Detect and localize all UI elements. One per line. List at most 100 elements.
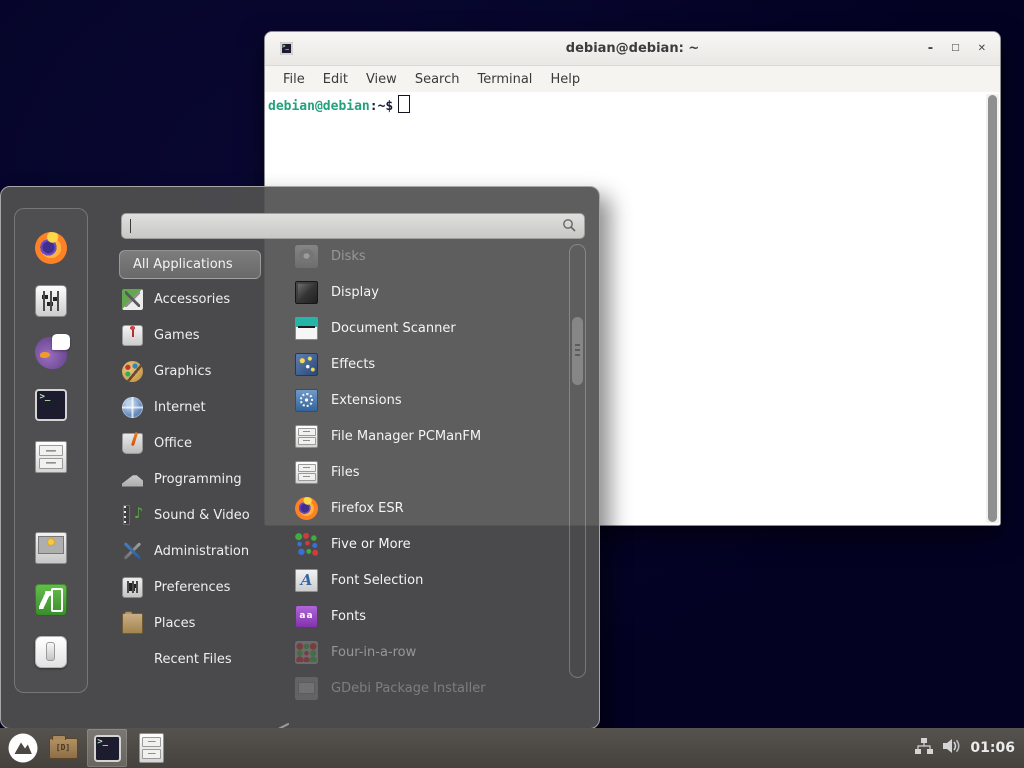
shutdown-button[interactable]: [35, 636, 67, 668]
category-games[interactable]: Games: [119, 317, 279, 353]
app-gdebi-package-installer[interactable]: GDebi Package Installer: [284, 670, 568, 706]
category-programming[interactable]: Programming: [119, 461, 279, 497]
application-menu: All Applications Accessories Games Graph…: [0, 186, 600, 729]
menu-terminal[interactable]: Terminal: [468, 72, 541, 87]
app-label: Fonts: [331, 609, 366, 624]
network-tray-icon[interactable]: [915, 738, 933, 759]
prompt-user-host: debian@debian: [268, 99, 370, 114]
category-recent-files[interactable]: Recent Files: [119, 641, 279, 677]
search-input[interactable]: [121, 213, 585, 239]
app-label: Font Selection: [331, 573, 423, 588]
app-label: Effects: [331, 357, 375, 372]
app-extensions[interactable]: Extensions: [284, 382, 568, 418]
category-administration[interactable]: Administration: [119, 533, 279, 569]
category-label: Graphics: [154, 364, 211, 379]
app-font-selection[interactable]: Font Selection: [284, 562, 568, 598]
favorite-settings-button[interactable]: [35, 285, 67, 317]
category-office[interactable]: Office: [119, 425, 279, 461]
menu-search[interactable]: Search: [406, 72, 469, 87]
logout-icon: [35, 584, 67, 616]
app-five-or-more[interactable]: Five or More: [284, 526, 568, 562]
four-in-a-row-icon: [295, 641, 318, 664]
app-file-manager-pcmanfm[interactable]: File Manager PCManFM: [284, 418, 568, 454]
application-list: Disks Display Document Scanner Effects E…: [284, 238, 568, 706]
menu-help[interactable]: Help: [541, 72, 589, 87]
favorite-messenger-button[interactable]: [35, 337, 67, 369]
taskbar-window-terminal[interactable]: [87, 729, 127, 767]
maximize-button[interactable]: □: [951, 44, 960, 53]
app-effects[interactable]: Effects: [284, 346, 568, 382]
file-manager-icon: [35, 441, 67, 473]
app-four-in-a-row[interactable]: Four-in-a-row: [284, 634, 568, 670]
category-preferences[interactable]: Preferences: [119, 569, 279, 605]
app-disks[interactable]: Disks: [284, 238, 568, 274]
settings-icon: [35, 285, 67, 317]
app-list-scrollbar-thumb[interactable]: [572, 317, 583, 385]
app-label: Extensions: [331, 393, 402, 408]
internet-icon: [122, 397, 143, 418]
games-icon: [122, 325, 143, 346]
category-all-applications[interactable]: All Applications: [119, 250, 261, 279]
app-firefox-esr[interactable]: Firefox ESR: [284, 490, 568, 526]
file-cabinet-icon: [295, 461, 318, 484]
close-button[interactable]: ✕: [978, 44, 986, 54]
menu-view[interactable]: View: [357, 72, 406, 87]
text-caret: [130, 219, 131, 233]
category-label: Administration: [154, 544, 249, 559]
sound-video-icon: [122, 505, 143, 526]
app-label: Files: [331, 465, 360, 480]
terminal-icon: [94, 735, 121, 762]
menu-file[interactable]: File: [274, 72, 314, 87]
category-list: All Applications Accessories Games Graph…: [119, 250, 279, 677]
category-label: Sound & Video: [154, 508, 250, 523]
terminal-cursor: [398, 95, 410, 113]
prompt-path: :~$: [370, 99, 393, 114]
terminal-scrollbar-thumb[interactable]: [988, 95, 997, 522]
start-menu-icon: [7, 732, 39, 764]
category-label: Preferences: [154, 580, 230, 595]
app-label: GDebi Package Installer: [331, 681, 486, 696]
app-label: Disks: [331, 249, 366, 264]
app-label: Firefox ESR: [331, 501, 404, 516]
folder-icon: [49, 738, 78, 759]
menu-edit[interactable]: Edit: [314, 72, 357, 87]
display-icon: [295, 281, 318, 304]
category-label: Accessories: [154, 292, 230, 307]
terminal-titlebar[interactable]: debian@debian: ~ - □ ✕: [265, 32, 1000, 66]
favorite-file-manager-button[interactable]: [35, 441, 67, 473]
app-fonts[interactable]: Fonts: [284, 598, 568, 634]
category-label: Office: [154, 436, 192, 451]
extensions-icon: [295, 389, 318, 412]
app-files[interactable]: Files: [284, 454, 568, 490]
start-menu-button[interactable]: [7, 732, 39, 764]
app-display[interactable]: Display: [284, 274, 568, 310]
app-label: File Manager PCManFM: [331, 429, 481, 444]
preferences-icon: [122, 577, 143, 598]
favorite-firefox-button[interactable]: [35, 232, 67, 264]
category-sound-video[interactable]: Sound & Video: [119, 497, 279, 533]
minimize-button[interactable]: -: [928, 42, 933, 55]
favorite-terminal-button[interactable]: [35, 389, 67, 421]
accessories-icon: [122, 289, 143, 310]
menu-favorites-sidebar: [14, 208, 88, 693]
lock-screen-button[interactable]: [35, 532, 67, 564]
desktop: debian@debian: ~ - □ ✕ File Edit View Se…: [0, 0, 1024, 768]
terminal-scrollbar[interactable]: [986, 94, 999, 523]
taskbar-window-file-manager[interactable]: [43, 729, 83, 767]
app-list-scrollbar[interactable]: [569, 244, 586, 678]
volume-tray-icon[interactable]: [942, 738, 961, 758]
firefox-icon: [295, 497, 318, 520]
taskbar-window-files[interactable]: [131, 729, 171, 767]
category-accessories[interactable]: Accessories: [119, 281, 279, 317]
logout-button[interactable]: [35, 584, 67, 616]
app-label: Document Scanner: [331, 321, 456, 336]
category-label: Games: [154, 328, 199, 343]
category-graphics[interactable]: Graphics: [119, 353, 279, 389]
category-internet[interactable]: Internet: [119, 389, 279, 425]
office-icon: [122, 433, 143, 454]
taskbar-clock[interactable]: 01:06: [970, 740, 1015, 756]
category-places[interactable]: Places: [119, 605, 279, 641]
app-document-scanner[interactable]: Document Scanner: [284, 310, 568, 346]
app-label: Display: [331, 285, 379, 300]
font-selection-icon: [295, 569, 318, 592]
